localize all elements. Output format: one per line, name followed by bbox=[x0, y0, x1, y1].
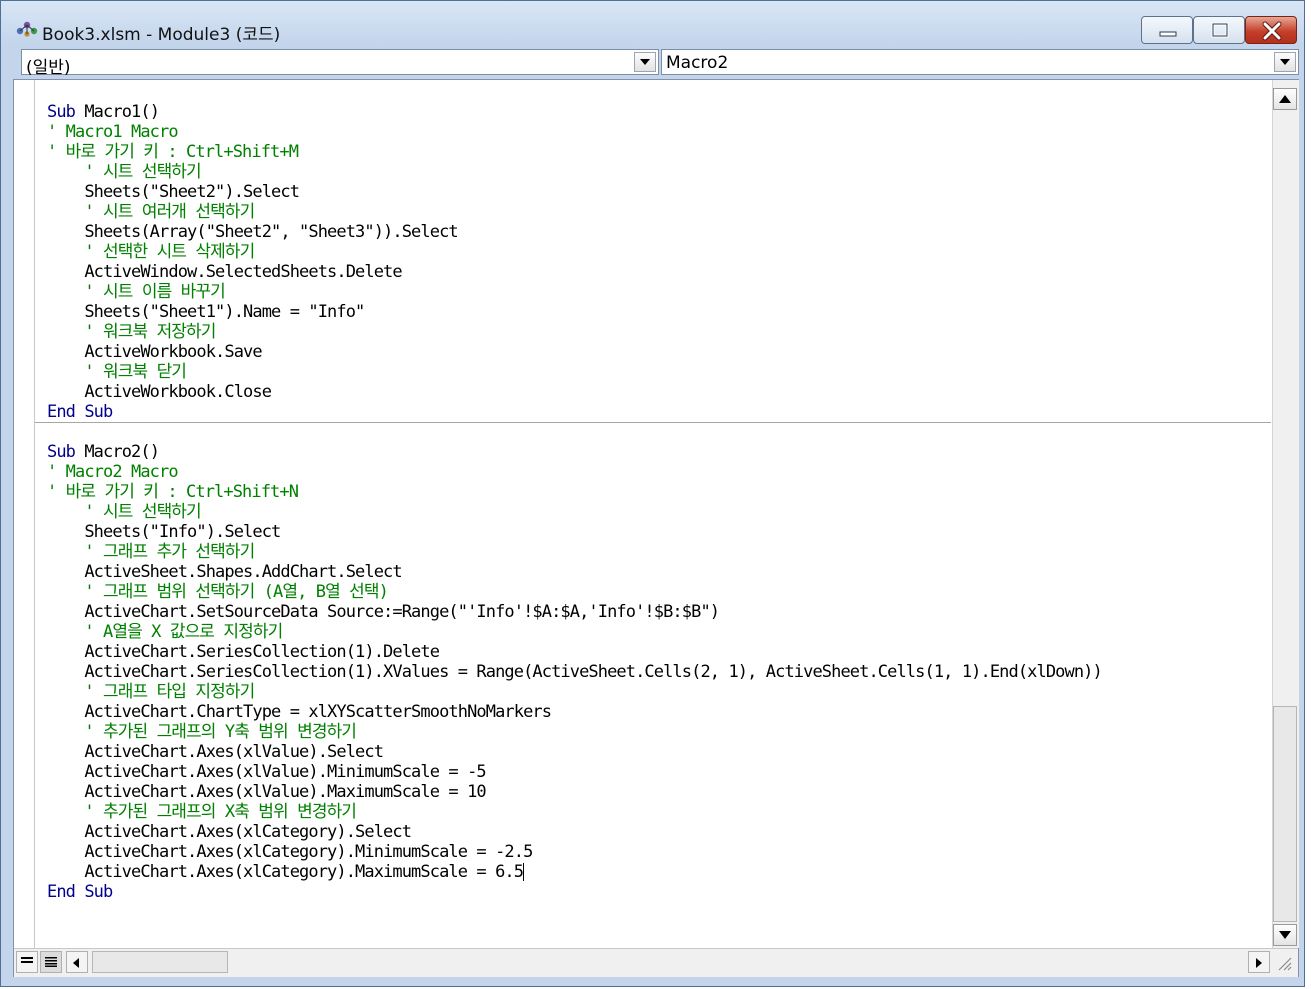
procedure-dropdown-value: Macro2 bbox=[666, 53, 729, 73]
code-comment-line[interactable]: ' 그래프 범위 선택하기 (A열, B열 선택) bbox=[47, 582, 1102, 602]
maximize-icon bbox=[1211, 22, 1229, 38]
combo-bar: (일반) Macro2 bbox=[13, 47, 1301, 78]
code-line[interactable]: ActiveChart.Axes(xlCategory).Select bbox=[47, 822, 1102, 842]
code-line[interactable]: Sheets("Sheet1").Name = "Info" bbox=[47, 302, 1102, 322]
bottom-bar bbox=[14, 948, 1298, 977]
code-line[interactable]: ActiveWindow.SelectedSheets.Delete bbox=[47, 262, 1102, 282]
code-line[interactable]: End Sub bbox=[47, 882, 1102, 902]
resize-grip-icon[interactable] bbox=[1276, 955, 1292, 971]
window-title: Book3.xlsm - Module3 (코드) bbox=[42, 25, 281, 45]
minimize-icon bbox=[1159, 31, 1177, 37]
text-caret bbox=[523, 863, 525, 881]
chevron-down-icon bbox=[1280, 59, 1290, 65]
code-comment-line[interactable]: ' 워크북 저장하기 bbox=[47, 322, 1102, 342]
scroll-right-button[interactable] bbox=[1248, 951, 1270, 973]
code-comment-line[interactable]: ' 그래프 추가 선택하기 bbox=[47, 542, 1102, 562]
vertical-scroll-thumb[interactable] bbox=[1273, 706, 1297, 922]
code-comment-line[interactable]: ' Macro2 Macro bbox=[47, 462, 1102, 482]
code-text-segment: Macro1() bbox=[75, 102, 160, 122]
object-dropdown-value: (일반) bbox=[26, 58, 71, 78]
scroll-left-button[interactable] bbox=[66, 951, 88, 973]
full-module-view-button[interactable] bbox=[40, 951, 62, 973]
code-comment-line[interactable]: ' 그래프 타입 지정하기 bbox=[47, 682, 1102, 702]
code-keyword: Sub bbox=[47, 442, 76, 462]
code-line[interactable]: ActiveChart.Axes(xlValue).Select bbox=[47, 742, 1102, 762]
code-line[interactable]: ActiveWorkbook.Save bbox=[47, 342, 1102, 362]
close-button[interactable] bbox=[1245, 16, 1297, 44]
chevron-down-icon bbox=[640, 59, 650, 65]
code-comment-line[interactable]: ' A열을 X 값으로 지정하기 bbox=[47, 622, 1102, 642]
code-line[interactable]: Sheets("Info").Select bbox=[47, 522, 1102, 542]
code-comment-line[interactable]: ' 시트 여러개 선택하기 bbox=[47, 202, 1102, 222]
code-comment-line[interactable]: ' 추가된 그래프의 X축 범위 변경하기 bbox=[47, 802, 1102, 822]
code-line[interactable]: ActiveChart.Axes(xlCategory).MaximumScal… bbox=[47, 862, 1102, 882]
close-icon bbox=[1262, 21, 1282, 41]
procedure-dropdown[interactable]: Macro2 bbox=[661, 49, 1299, 75]
code-line[interactable]: Sub Macro2() bbox=[47, 442, 1102, 462]
code-line[interactable]: ActiveChart.ChartType = xlXYScatterSmoot… bbox=[47, 702, 1102, 722]
object-dropdown-button[interactable] bbox=[634, 52, 656, 72]
code-line[interactable]: ActiveWorkbook.Close bbox=[47, 382, 1102, 402]
code-pane[interactable]: Sub Macro1() ' Macro1 Macro ' 바로 가기 키 : Ct… bbox=[35, 80, 1271, 948]
code-line[interactable]: Sub Macro1() bbox=[47, 102, 1102, 122]
code-comment-line[interactable]: ' 바로 가기 키 : Ctrl+Shift+M bbox=[47, 142, 1102, 162]
title-bar[interactable]: Book3.xlsm - Module3 (코드) bbox=[1, 1, 1304, 45]
procedure-view-button[interactable] bbox=[16, 951, 38, 973]
code-line[interactable]: ActiveChart.Axes(xlCategory).MinimumScal… bbox=[47, 842, 1102, 862]
chevron-left-icon bbox=[73, 958, 79, 968]
code-editor[interactable]: Sub Macro1() ' Macro1 Macro ' 바로 가기 키 : Ct… bbox=[13, 79, 1299, 977]
code-comment-line[interactable]: ' 시트 이름 바꾸기 bbox=[47, 282, 1102, 302]
scroll-up-button[interactable] bbox=[1273, 88, 1297, 110]
code-text-segment: Macro2() bbox=[75, 442, 160, 462]
code-keyword: End Sub bbox=[47, 882, 113, 902]
chevron-right-icon bbox=[1256, 958, 1262, 968]
horizontal-scroll-thumb[interactable] bbox=[92, 951, 228, 973]
vba-project-icon bbox=[15, 19, 39, 39]
vbe-code-window: Book3.xlsm - Module3 (코드) (일반) Macro2 Su… bbox=[0, 0, 1305, 987]
code-keyword: End Sub bbox=[47, 402, 113, 422]
object-dropdown[interactable]: (일반) bbox=[21, 49, 659, 78]
full-module-view-icon bbox=[45, 957, 57, 967]
minimize-button[interactable] bbox=[1141, 16, 1193, 44]
code-comment-line[interactable]: ' 시트 선택하기 bbox=[47, 162, 1102, 182]
code-comment-line[interactable]: ' 시트 선택하기 bbox=[47, 502, 1102, 522]
scroll-down-button[interactable] bbox=[1273, 924, 1297, 946]
code-comment-line[interactable]: ' 워크북 닫기 bbox=[47, 362, 1102, 382]
margin-indicator-bar[interactable] bbox=[14, 80, 35, 948]
code-line[interactable]: Sheets("Sheet2").Select bbox=[47, 182, 1102, 202]
code-comment-line[interactable]: ' Macro1 Macro bbox=[47, 122, 1102, 142]
code-line[interactable]: End Sub bbox=[47, 402, 1102, 422]
procedure-view-icon bbox=[21, 957, 33, 963]
code-keyword: Sub bbox=[47, 102, 76, 122]
code-comment-line[interactable]: ' 추가된 그래프의 Y축 범위 변경하기 bbox=[47, 722, 1102, 742]
code-comment-line[interactable]: ' 선택한 시트 삭제하기 bbox=[47, 242, 1102, 262]
code-line[interactable]: ActiveSheet.Shapes.AddChart.Select bbox=[47, 562, 1102, 582]
code-line[interactable]: ActiveChart.Axes(xlValue).MinimumScale =… bbox=[47, 762, 1102, 782]
code-line[interactable] bbox=[47, 422, 1102, 442]
chevron-down-icon bbox=[1279, 931, 1291, 939]
vertical-scrollbar[interactable] bbox=[1272, 80, 1299, 948]
code-line[interactable]: Sheets(Array("Sheet2", "Sheet3")).Select bbox=[47, 222, 1102, 242]
maximize-button[interactable] bbox=[1193, 16, 1245, 44]
code-comment-line[interactable]: ' 바로 가기 키 : Ctrl+Shift+N bbox=[47, 482, 1102, 502]
code-text[interactable]: Sub Macro1() ' Macro1 Macro ' 바로 가기 키 : Ct… bbox=[47, 102, 1103, 902]
chevron-up-icon bbox=[1279, 95, 1291, 103]
code-line[interactable]: ActiveChart.Axes(xlValue).MaximumScale =… bbox=[47, 782, 1102, 802]
code-line[interactable]: ActiveChart.SetSourceData Source:=Range(… bbox=[47, 602, 1102, 622]
procedure-dropdown-button[interactable] bbox=[1274, 52, 1296, 72]
code-line[interactable]: ActiveChart.SeriesCollection(1).Delete bbox=[47, 642, 1102, 662]
code-line[interactable]: ActiveChart.SeriesCollection(1).XValues … bbox=[47, 662, 1102, 682]
